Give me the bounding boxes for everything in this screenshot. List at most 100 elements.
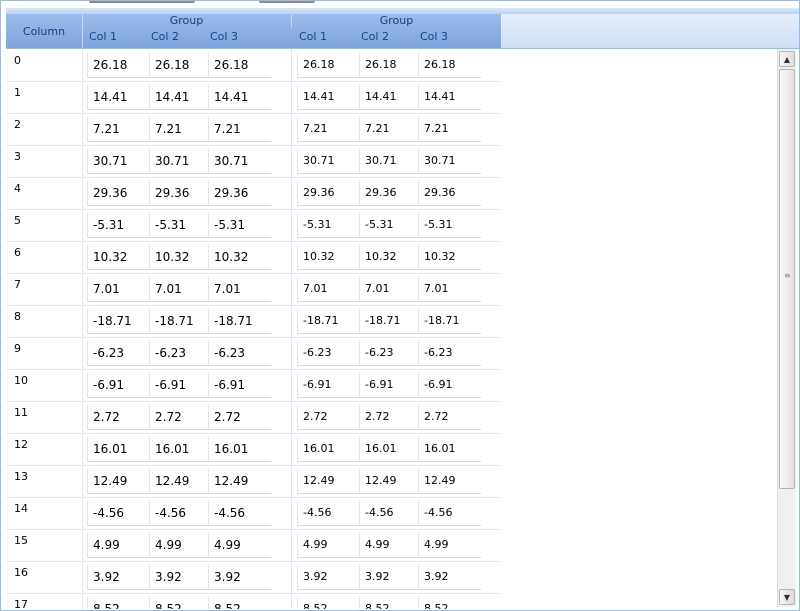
value-cell-group2-col3[interactable]: -18.71: [418, 309, 481, 334]
value-cell-group2-col2[interactable]: 7.01: [359, 277, 419, 302]
value-cell-group1-col2[interactable]: -6.91: [149, 373, 209, 398]
value-cell-group2-col3[interactable]: 3.92: [418, 565, 481, 590]
value-cell-group2-col1[interactable]: -5.31: [297, 213, 360, 238]
value-cell-group1-col2[interactable]: 3.92: [149, 565, 209, 590]
table-row[interactable]: 11 2.72 2.72 2.72 2.72 2.72 2.72: [6, 401, 501, 434]
value-cell-group1-col2[interactable]: 8.52: [149, 597, 209, 609]
column-header-g1-col3[interactable]: Col 3: [210, 30, 270, 46]
value-cell-group1-col3[interactable]: 29.36: [208, 181, 271, 206]
value-cell-group2-col3[interactable]: -6.91: [418, 373, 481, 398]
value-cell-group1-col1[interactable]: -5.31: [87, 213, 150, 238]
table-row[interactable]: 15 4.99 4.99 4.99 4.99 4.99 4.99: [6, 529, 501, 562]
value-cell-group1-col3[interactable]: -6.23: [208, 341, 271, 366]
value-cell-group1-col3[interactable]: 8.52: [208, 597, 271, 609]
table-row[interactable]: 13 12.49 12.49 12.49 12.49 12.49 12.49: [6, 465, 501, 498]
value-cell-group2-col3[interactable]: 26.18: [418, 53, 481, 78]
value-cell-group2-col1[interactable]: 12.49: [297, 469, 360, 494]
value-cell-group1-col2[interactable]: 16.01: [149, 437, 209, 462]
value-cell-group1-col2[interactable]: 12.49: [149, 469, 209, 494]
value-cell-group2-col1[interactable]: 3.92: [297, 565, 360, 590]
value-cell-group2-col2[interactable]: 4.99: [359, 533, 419, 558]
value-cell-group1-col3[interactable]: 4.99: [208, 533, 271, 558]
value-cell-group1-col1[interactable]: 3.92: [87, 565, 150, 590]
value-cell-group1-col3[interactable]: 10.32: [208, 245, 271, 270]
value-cell-group2-col1[interactable]: 16.01: [297, 437, 360, 462]
value-cell-group1-col3[interactable]: 14.41: [208, 85, 271, 110]
value-cell-group1-col2[interactable]: 2.72: [149, 405, 209, 430]
value-cell-group1-col3[interactable]: -5.31: [208, 213, 271, 238]
value-cell-group1-col2[interactable]: -5.31: [149, 213, 209, 238]
value-cell-group2-col2[interactable]: -4.56: [359, 501, 419, 526]
table-row[interactable]: 2 7.21 7.21 7.21 7.21 7.21 7.21: [6, 113, 501, 146]
group-header-2[interactable]: Group: [292, 14, 501, 28]
value-cell-group2-col1[interactable]: -6.91: [297, 373, 360, 398]
value-cell-group2-col2[interactable]: -6.23: [359, 341, 419, 366]
value-cell-group2-col2[interactable]: 26.18: [359, 53, 419, 78]
value-cell-group1-col1[interactable]: 16.01: [87, 437, 150, 462]
scroll-down-icon[interactable]: ▼: [779, 589, 795, 605]
value-cell-group2-col1[interactable]: 7.01: [297, 277, 360, 302]
column-header-g2-col2[interactable]: Col 2: [361, 30, 419, 46]
value-cell-group2-col2[interactable]: 29.36: [359, 181, 419, 206]
value-cell-group1-col3[interactable]: -4.56: [208, 501, 271, 526]
value-cell-group2-col2[interactable]: 2.72: [359, 405, 419, 430]
value-cell-group2-col2[interactable]: 8.52: [359, 597, 419, 609]
table-row[interactable]: 3 30.71 30.71 30.71 30.71 30.71 30.71: [6, 145, 501, 178]
value-cell-group2-col1[interactable]: 10.32: [297, 245, 360, 270]
value-cell-group1-col2[interactable]: -18.71: [149, 309, 209, 334]
value-cell-group2-col2[interactable]: 3.92: [359, 565, 419, 590]
column-header-g2-col3[interactable]: Col 3: [420, 30, 480, 46]
value-cell-group2-col3[interactable]: 8.52: [418, 597, 481, 609]
table-row[interactable]: 0 26.18 26.18 26.18 26.18 26.18 26.18: [6, 49, 501, 82]
value-cell-group1-col2[interactable]: 4.99: [149, 533, 209, 558]
value-cell-group2-col3[interactable]: 29.36: [418, 181, 481, 206]
value-cell-group2-col3[interactable]: 4.99: [418, 533, 481, 558]
value-cell-group2-col3[interactable]: 7.01: [418, 277, 481, 302]
column-header-g2-col1[interactable]: Col 1: [299, 30, 359, 46]
value-cell-group2-col2[interactable]: -6.91: [359, 373, 419, 398]
value-cell-group2-col1[interactable]: 30.71: [297, 149, 360, 174]
value-cell-group1-col2[interactable]: 7.21: [149, 117, 209, 142]
value-cell-group1-col2[interactable]: 30.71: [149, 149, 209, 174]
value-cell-group1-col3[interactable]: 7.21: [208, 117, 271, 142]
value-cell-group1-col3[interactable]: 7.01: [208, 277, 271, 302]
value-cell-group2-col2[interactable]: 16.01: [359, 437, 419, 462]
value-cell-group2-col2[interactable]: 30.71: [359, 149, 419, 174]
value-cell-group2-col2[interactable]: -18.71: [359, 309, 419, 334]
value-cell-group1-col2[interactable]: 10.32: [149, 245, 209, 270]
value-cell-group2-col3[interactable]: 16.01: [418, 437, 481, 462]
value-cell-group1-col3[interactable]: -18.71: [208, 309, 271, 334]
value-cell-group1-col3[interactable]: 2.72: [208, 405, 271, 430]
value-cell-group1-col1[interactable]: 2.72: [87, 405, 150, 430]
value-cell-group1-col1[interactable]: 26.18: [87, 53, 150, 78]
value-cell-group2-col3[interactable]: 7.21: [418, 117, 481, 142]
value-cell-group2-col1[interactable]: 2.72: [297, 405, 360, 430]
value-cell-group1-col1[interactable]: 7.01: [87, 277, 150, 302]
value-cell-group2-col1[interactable]: -18.71: [297, 309, 360, 334]
table-row[interactable]: 4 29.36 29.36 29.36 29.36 29.36 29.36: [6, 177, 501, 210]
group-header-1[interactable]: Group: [82, 14, 292, 28]
vertical-scrollbar[interactable]: ▲ ≡ ▼: [777, 49, 796, 607]
value-cell-group1-col3[interactable]: 30.71: [208, 149, 271, 174]
table-row[interactable]: 5 -5.31 -5.31 -5.31 -5.31 -5.31 -5.31: [6, 209, 501, 242]
value-cell-group1-col1[interactable]: 4.99: [87, 533, 150, 558]
value-cell-group2-col3[interactable]: 30.71: [418, 149, 481, 174]
value-cell-group2-col3[interactable]: -5.31: [418, 213, 481, 238]
value-cell-group2-col3[interactable]: -6.23: [418, 341, 481, 366]
value-cell-group1-col2[interactable]: -6.23: [149, 341, 209, 366]
value-cell-group1-col1[interactable]: 10.32: [87, 245, 150, 270]
table-row[interactable]: 1 14.41 14.41 14.41 14.41 14.41 14.41: [6, 81, 501, 114]
scroll-thumb[interactable]: ≡: [779, 69, 795, 489]
value-cell-group2-col2[interactable]: 7.21: [359, 117, 419, 142]
value-cell-group1-col1[interactable]: 8.52: [87, 597, 150, 609]
value-cell-group1-col3[interactable]: 12.49: [208, 469, 271, 494]
value-cell-group1-col3[interactable]: 16.01: [208, 437, 271, 462]
value-cell-group2-col1[interactable]: 4.99: [297, 533, 360, 558]
table-row[interactable]: 6 10.32 10.32 10.32 10.32 10.32 10.32: [6, 241, 501, 274]
value-cell-group1-col2[interactable]: -4.56: [149, 501, 209, 526]
value-cell-group1-col2[interactable]: 14.41: [149, 85, 209, 110]
column-header-g1-col2[interactable]: Col 2: [151, 30, 209, 46]
value-cell-group1-col3[interactable]: -6.91: [208, 373, 271, 398]
value-cell-group1-col1[interactable]: -18.71: [87, 309, 150, 334]
value-cell-group1-col1[interactable]: -6.23: [87, 341, 150, 366]
